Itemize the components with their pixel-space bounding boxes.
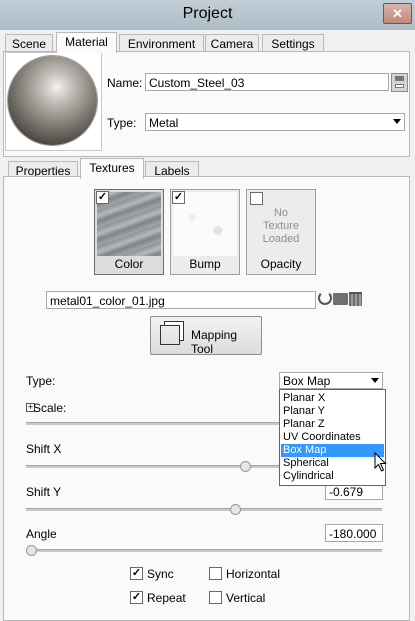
bump-texture-checkbox[interactable]: ✓	[172, 191, 185, 204]
name-label: Name:	[107, 76, 143, 90]
material-type-select[interactable]: Metal	[145, 113, 405, 131]
close-icon: ✕	[392, 6, 403, 21]
refresh-icon[interactable]	[318, 291, 332, 305]
texture-file-field[interactable]: metal01_color_01.jpg	[46, 291, 316, 309]
close-button[interactable]: ✕	[383, 3, 412, 24]
bump-texture-label: Bump	[189, 257, 221, 271]
chevron-down-icon	[393, 119, 401, 124]
vertical-checkbox[interactable]	[209, 591, 222, 604]
type-label: Type:	[107, 116, 137, 130]
map-type-dropdown-list: Planar X Planar Y Planar Z UV Coordinate…	[279, 389, 386, 486]
shift-x-slider-thumb[interactable]	[239, 461, 251, 472]
repeat-checkbox[interactable]: ✓	[130, 591, 143, 604]
repeat-label: Repeat	[147, 591, 186, 605]
map-type-label: Type:	[26, 374, 56, 388]
tab-textures[interactable]: Textures	[80, 158, 144, 179]
option-cylindrical[interactable]: Cylindrical	[281, 470, 384, 483]
folder-icon[interactable]	[333, 293, 348, 305]
material-type-value: Metal	[149, 116, 179, 130]
mouse-pointer-icon	[374, 452, 387, 472]
angle-slider[interactable]	[26, 549, 382, 552]
angle-label: Angle	[26, 527, 57, 541]
map-type-value: Box Map	[283, 374, 331, 388]
angle-field[interactable]: -180.000	[325, 524, 383, 542]
sync-label: Sync	[147, 567, 174, 581]
chevron-down-icon	[371, 378, 379, 383]
color-texture-checkbox[interactable]: ✓	[96, 191, 109, 204]
map-type-select[interactable]: Box Map	[279, 372, 383, 389]
horizontal-label: Horizontal	[226, 567, 281, 581]
option-box-map[interactable]: Box Map	[281, 444, 384, 457]
shift-y-label: Shift Y	[26, 485, 62, 499]
mapping-tool-button[interactable]: Mapping Tool	[150, 316, 262, 356]
shift-x-label: Shift X	[26, 442, 62, 456]
name-field[interactable]: Custom_Steel_03	[145, 73, 389, 91]
trash-icon[interactable]	[349, 292, 362, 306]
tab-material[interactable]: Material	[56, 32, 117, 53]
horizontal-checkbox[interactable]	[209, 567, 222, 580]
save-icon[interactable]	[391, 73, 408, 92]
no-texture-text: No Texture Loaded	[262, 207, 300, 245]
scale-label: Scale:	[33, 401, 67, 415]
option-planar-z[interactable]: Planar Z	[281, 418, 384, 431]
option-planar-x[interactable]: Planar X	[281, 392, 384, 405]
opacity-texture-label: Opacity	[260, 257, 302, 271]
cube-icon	[160, 325, 180, 345]
option-uv-coordinates[interactable]: UV Coordinates	[281, 431, 384, 444]
option-spherical[interactable]: Spherical	[281, 457, 384, 470]
vertical-label: Vertical	[226, 591, 266, 605]
angle-slider-thumb[interactable]	[26, 545, 37, 556]
color-texture-label: Color	[114, 257, 144, 271]
mapping-tool-label: Mapping Tool	[191, 328, 238, 356]
material-preview-sphere[interactable]	[8, 56, 97, 145]
bump-texture-slot[interactable]: ✓ Bump	[170, 189, 240, 275]
shift-y-slider-thumb[interactable]	[229, 504, 241, 515]
opacity-texture-checkbox[interactable]	[250, 192, 263, 205]
window-title: Project	[182, 5, 233, 22]
color-texture-slot[interactable]: ✓ Color	[94, 189, 164, 275]
shift-y-slider[interactable]	[26, 508, 382, 511]
opacity-texture-slot[interactable]: No Texture Loaded Opacity	[246, 189, 316, 275]
option-planar-y[interactable]: Planar Y	[281, 405, 384, 418]
sync-checkbox[interactable]: ✓	[130, 567, 143, 580]
